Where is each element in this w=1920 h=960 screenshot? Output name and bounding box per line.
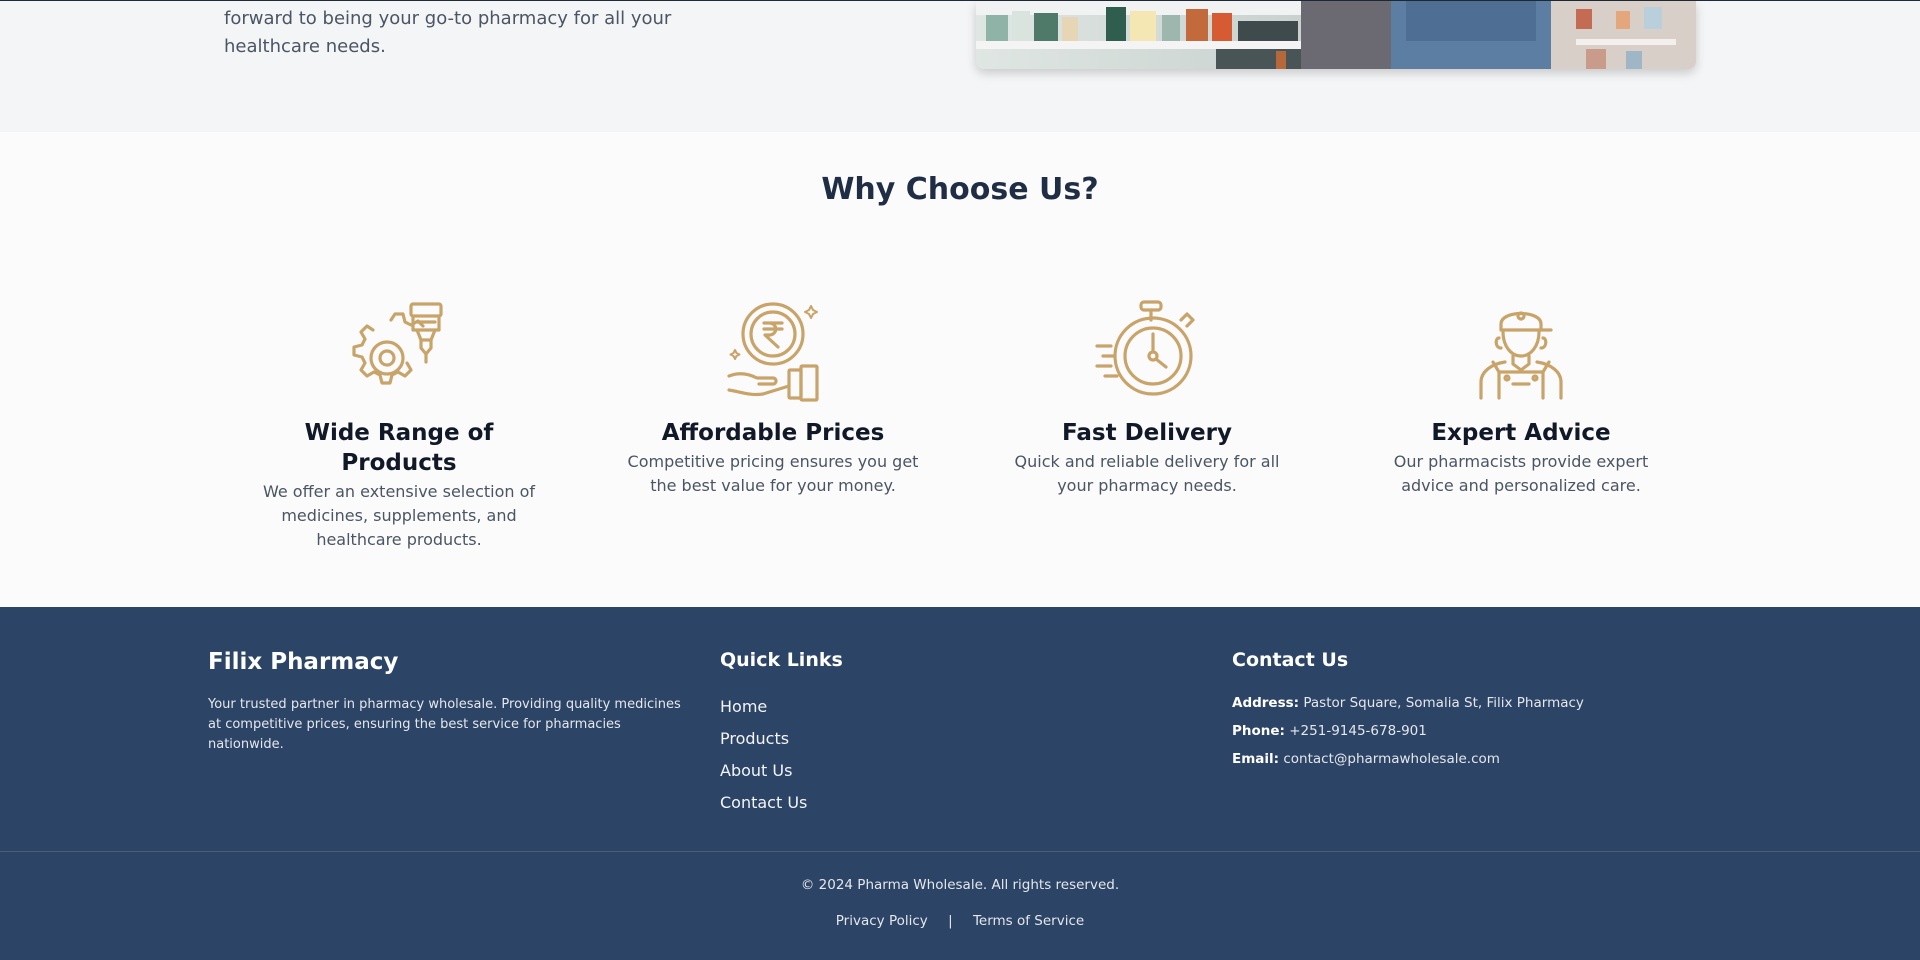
features-title: Why Choose Us? (821, 172, 1099, 207)
email-value: contact@pharmawholesale.com (1283, 751, 1500, 767)
feature-desc: We offer an extensive selection of medic… (262, 482, 536, 549)
feature-desc: Quick and reliable delivery for all your… (1014, 452, 1280, 495)
features-section: Why Choose Us? Wide Range of Products We… (0, 132, 1920, 607)
terms-of-service-link[interactable]: Terms of Service (973, 913, 1084, 929)
quick-link-products[interactable]: Products (720, 723, 807, 755)
feature-desc: Our pharmacists provide expert advice an… (1393, 452, 1649, 495)
legal-separator: | (948, 913, 953, 929)
quick-links-list: Home Products About Us Contact Us (720, 691, 807, 819)
legal-links: Privacy Policy | Terms of Service (0, 913, 1920, 929)
pharmacist-icon (1479, 311, 1563, 400)
address-label: Address: (1232, 695, 1300, 711)
feature-title: Fast Delivery (1062, 420, 1232, 446)
about-section: forward to being your go-to pharmacy for… (0, 0, 1920, 132)
quick-link-contact[interactable]: Contact Us (720, 787, 807, 819)
gear-product-icon (352, 302, 443, 385)
quick-link-home[interactable]: Home (720, 691, 807, 723)
feature-title: Expert Advice (1431, 420, 1611, 446)
about-text: forward to being your go-to pharmacy for… (224, 8, 672, 57)
feature-title: Affordable Prices (661, 420, 885, 446)
footer-about-text: Your trusted partner in pharmacy wholesa… (208, 697, 681, 752)
feature-title: Wide Range of Products (304, 420, 494, 476)
feature-card-products: Wide Range of Products We offer an exten… (249, 298, 549, 552)
footer-brand: Filix Pharmacy (208, 649, 399, 675)
address-value: Pastor Square, Somalia St, Filix Pharmac… (1303, 695, 1584, 711)
feature-card-delivery: Fast Delivery Quick and reliable deliver… (997, 298, 1297, 498)
quick-links-title: Quick Links (720, 649, 843, 671)
privacy-policy-link[interactable]: Privacy Policy (836, 913, 928, 929)
copyright-text: © 2024 Pharma Wholesale. All rights rese… (800, 877, 1120, 893)
feature-card-prices: Affordable Prices Competitive pricing en… (623, 298, 923, 498)
phone-value: +251-9145-678-901 (1289, 723, 1427, 739)
email-label: Email: (1232, 751, 1280, 767)
quick-link-about[interactable]: About Us (720, 755, 807, 787)
feature-card-advice: Expert Advice Our pharmacists provide ex… (1371, 298, 1671, 498)
contact-phone: Phone: +251-9145-678-901 (1232, 717, 1584, 745)
contact-email: Email: contact@pharmawholesale.com (1232, 745, 1584, 773)
contact-title: Contact Us (1232, 649, 1349, 671)
feature-desc: Competitive pricing ensures you get the … (627, 452, 919, 495)
contact-list: Address: Pastor Square, Somalia St, Fili… (1232, 689, 1584, 773)
stopwatch-icon (1095, 300, 1195, 396)
contact-address: Address: Pastor Square, Somalia St, Fili… (1232, 689, 1584, 717)
footer-divider (0, 851, 1920, 852)
phone-label: Phone: (1232, 723, 1285, 739)
pharmacy-shelf-image (976, 1, 1696, 69)
site-footer: Filix Pharmacy Your trusted partner in p… (0, 607, 1920, 960)
rupee-hand-icon (727, 302, 819, 402)
